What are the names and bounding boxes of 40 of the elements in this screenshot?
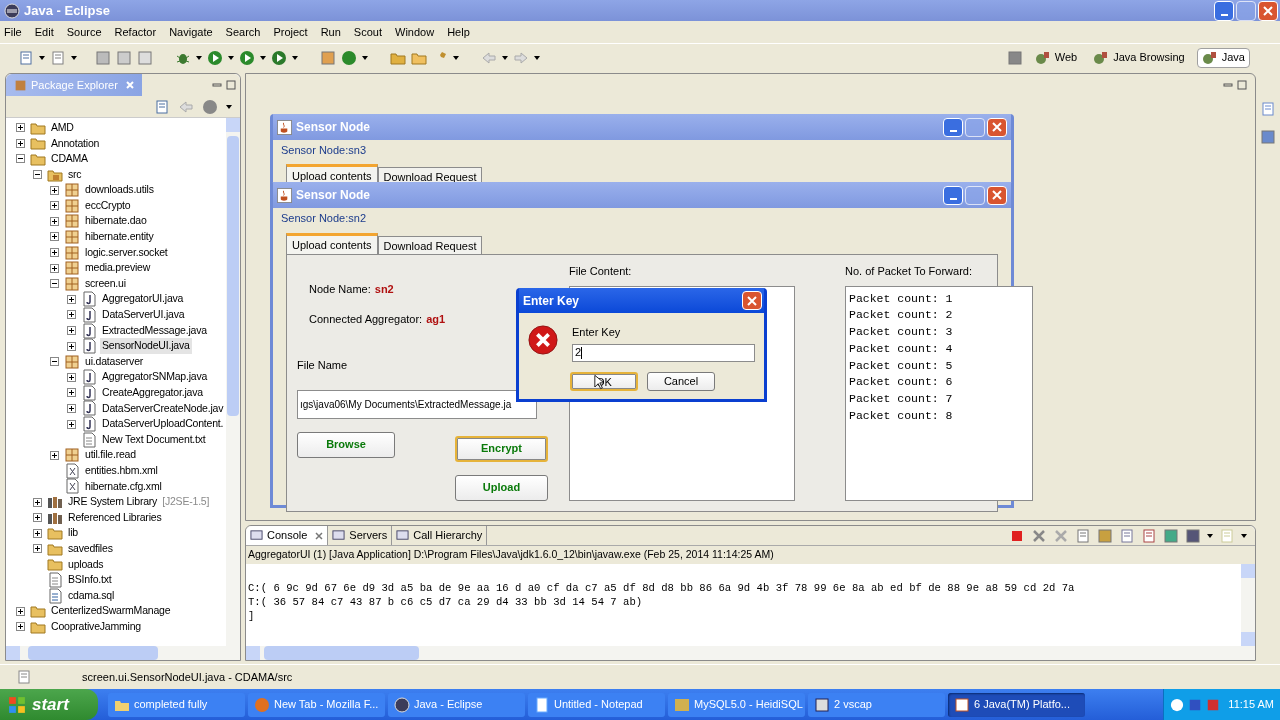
tab-label: Call Hierarchy [413, 528, 483, 544]
packet-line: Packet count: 3 [849, 324, 954, 341]
packet-line: Packet count: 6 [849, 374, 954, 391]
field-label: Node Name: [309, 282, 371, 297]
tree-item-suffix: [J2SE-1.5] [162, 494, 210, 510]
window-title: Sensor Node [296, 187, 370, 204]
aggregator-value: ag1 [426, 311, 446, 327]
taskbar-label: MySQL5.0 - HeidiSQL [694, 697, 803, 713]
group-label: Sensor Node:sn3 [281, 144, 366, 156]
tab-label: Console [267, 528, 308, 544]
field-label: Connected Aggregator: [309, 311, 423, 327]
field-label: No. of Packet To Forward: [845, 264, 973, 279]
console-line: C:( 6 9c 9d 67 6e d9 3d a5 ba de 9e aa 16 d a0 cf da c7 a5 df 8d d8 bb 86 6a 9d 4b 3f 78 99 6e 8a ab ed bf de 88 9e a8 59 cd 2d 7a [248, 581, 1076, 595]
dialog-title: Enter Key [523, 292, 580, 310]
field-label: File Name [297, 358, 349, 373]
tab-label: Servers [349, 528, 388, 544]
prompt-label: Enter Key [572, 325, 622, 340]
clock: 11:15 AM [1228, 697, 1274, 713]
taskbar-label: 2 vscap [834, 697, 873, 713]
packet-line: Packet count: 4 [849, 340, 954, 357]
packet-line: Packet count: 8 [849, 408, 954, 425]
console-header: AggregatorUI (1) [Java Application] D:\Program Files\Java\jdk1.6.0_12\bin\javaw.exe (Feb 25, 2014 11:14:25 AM) [246, 546, 1255, 564]
node-name-value: sn2 [374, 282, 394, 297]
packet-line: Packet count: 1 [849, 290, 954, 307]
console-line: T:( 36 57 84 c7 43 87 b c6 c5 d7 ca 29 d4 33 bb 3d 14 54 7 ab) [248, 595, 644, 609]
taskbar-label: New Tab - Mozilla F... [274, 697, 379, 713]
taskbar-label: Java - Eclipse [414, 697, 484, 713]
tab-label: Package Explorer [31, 77, 118, 93]
window-title: Sensor Node [296, 119, 370, 136]
taskbar-label: completed fully [134, 697, 209, 713]
taskbar-label: 6 Java(TM) Platfo... [974, 697, 1071, 713]
packet-line: Packet count: 2 [849, 307, 954, 324]
packet-line: Packet count: 5 [849, 357, 954, 374]
taskbar-label: Untitled - Notepad [554, 697, 644, 713]
field-label: File Content: [569, 264, 633, 279]
console-line: ] [248, 609, 256, 623]
status-text: screen.ui.SensorNodeUI.java - CDAMA/src [82, 669, 293, 685]
packet-line: Packet count: 7 [849, 391, 954, 408]
window-title: Java - Eclipse [24, 1, 110, 20]
group-label: Sensor Node:sn2 [281, 211, 367, 226]
